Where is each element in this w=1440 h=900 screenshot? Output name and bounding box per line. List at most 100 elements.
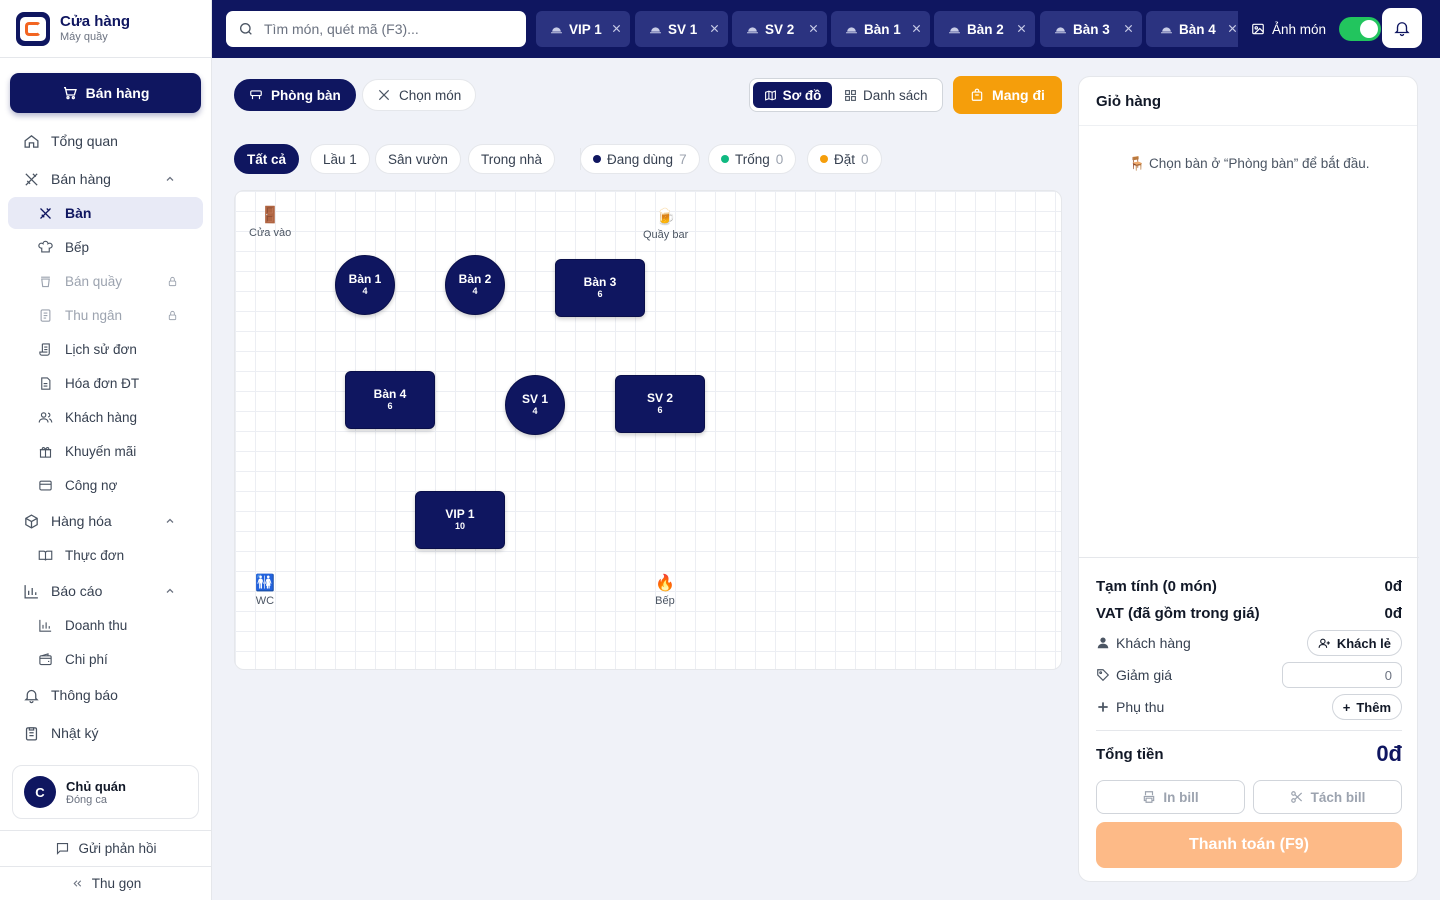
view-list-button[interactable]: Danh sách [844, 82, 928, 108]
gift-icon [37, 444, 53, 459]
user-card[interactable]: C Chủ quán Đóng ca [12, 765, 199, 819]
close-icon[interactable] [611, 23, 622, 34]
tab-choose-dishes[interactable]: Chọn món [362, 79, 477, 111]
collapse-button[interactable]: Thu gọn [0, 866, 212, 900]
tab-rooms-tables[interactable]: Phòng bàn [234, 79, 356, 111]
filter-all[interactable]: Tất cả [234, 144, 300, 174]
order-tab-ban4[interactable]: Bàn 4 [1146, 11, 1238, 47]
landmark-kitchen: 🔥 Bếp [655, 575, 675, 607]
pay-button[interactable]: Thanh toán (F9) [1096, 822, 1402, 868]
cart-empty-message: 🪑 Chọn bàn ở “Phòng bàn” để bắt đầu. [1079, 156, 1419, 172]
close-icon[interactable] [1016, 23, 1027, 34]
chevron-up-icon[interactable] [161, 515, 179, 527]
total-row: Tổng tiền 0đ [1096, 741, 1402, 767]
sidebar-item-sales[interactable]: Bán hàng [0, 166, 212, 192]
subtotal-label: Tạm tính (0 món) [1096, 577, 1217, 595]
user-icon [1096, 636, 1110, 650]
table-ban-1[interactable]: Bàn 1 4 [335, 255, 395, 315]
landmark-entrance: 🚪 Cửa vào [249, 207, 291, 239]
sidebar-item-customers[interactable]: Khách hàng [0, 406, 212, 428]
users-icon [37, 410, 53, 425]
table-ban-3[interactable]: Bàn 3 6 [555, 259, 645, 317]
filter-in-use[interactable]: Đang dùng 7 [580, 144, 700, 174]
tab-label: Phòng bàn [271, 87, 341, 103]
total-divider [1096, 730, 1402, 731]
filter-reserved[interactable]: Đặt 0 [807, 144, 882, 174]
wallet-icon [37, 652, 53, 667]
sidebar-item-kitchen[interactable]: Bếp [0, 236, 212, 258]
sidebar-item-e-invoice[interactable]: Hóa đơn ĐT [0, 372, 212, 394]
table-vip-1[interactable]: VIP 1 10 [415, 491, 505, 549]
filter-count: 0 [775, 151, 784, 167]
close-icon[interactable] [808, 23, 819, 34]
split-bill-button[interactable]: Tách bill [1253, 780, 1402, 814]
dish-icon [1160, 23, 1173, 36]
table-name: Bàn 1 [348, 272, 382, 286]
feedback-button[interactable]: Gửi phản hồi [0, 830, 212, 866]
chevrons-left-icon [71, 877, 84, 890]
table-name: Bàn 4 [373, 387, 407, 401]
order-tab-sv2[interactable]: SV 2 [732, 11, 827, 47]
sidebar-item-label: Hàng hóa [51, 513, 112, 529]
clipboard-icon [22, 725, 40, 742]
print-bill-button[interactable]: In bill [1096, 780, 1245, 814]
sidebar-item-notifications[interactable]: Thông báo [0, 682, 212, 708]
sidebar-item-promotions[interactable]: Khuyến mãi [0, 440, 212, 462]
search-input[interactable] [264, 21, 504, 37]
sidebar-item-revenue[interactable]: Doanh thu [0, 614, 212, 636]
filter-empty[interactable]: Trống 0 [708, 144, 797, 174]
order-tab-ban3[interactable]: Bàn 3 [1040, 11, 1142, 47]
table-ban-2[interactable]: Bàn 2 4 [445, 255, 505, 315]
customer-label: Khách hàng [1116, 635, 1191, 651]
sidebar-item-order-history[interactable]: Lịch sử đơn [0, 338, 212, 360]
discount-input[interactable] [1282, 662, 1402, 688]
order-tab-label: Bàn 1 [864, 21, 901, 37]
chevron-up-icon[interactable] [161, 173, 179, 185]
table-sv-2[interactable]: SV 2 6 [615, 375, 705, 433]
search-box[interactable] [226, 11, 526, 47]
sidebar-item-expenses[interactable]: Chi phí [0, 648, 212, 670]
order-tab-sv1[interactable]: SV 1 [635, 11, 728, 47]
table-sv-1[interactable]: SV 1 4 [505, 375, 565, 435]
landmark-label: WC [255, 595, 275, 607]
notification-button[interactable] [1382, 8, 1422, 48]
beer-icon: 🍺 [655, 209, 676, 226]
sidebar-item-tables[interactable]: Bàn [8, 197, 203, 229]
vat-label: VAT (đã gồm trong giá) [1096, 604, 1260, 622]
order-tab-vip1[interactable]: VIP 1 [536, 11, 630, 47]
add-surcharge-button[interactable]: + Thêm [1331, 694, 1402, 720]
book-icon [37, 548, 53, 563]
close-icon[interactable] [911, 23, 922, 34]
table-ban-4[interactable]: Bàn 4 6 [345, 371, 435, 429]
filter-indoor[interactable]: Trong nhà [468, 144, 556, 174]
close-icon[interactable] [1227, 23, 1238, 34]
pay-button-label: Thanh toán (F9) [1189, 836, 1309, 853]
sidebar-item-menu[interactable]: Thực đơn [0, 544, 212, 566]
sell-button[interactable]: Bán hàng [10, 73, 201, 113]
order-tab-ban1[interactable]: Bàn 1 [831, 11, 930, 47]
sidebar-item-log[interactable]: Nhật ký [0, 720, 212, 746]
chevron-up-icon[interactable] [161, 585, 179, 597]
user-name: Chủ quán [66, 778, 126, 794]
total-value: 0đ [1376, 741, 1402, 766]
dish-icon [550, 23, 563, 36]
chair-icon: 🪑 [1128, 156, 1146, 171]
sidebar-item-goods[interactable]: Hàng hóa [0, 508, 212, 534]
customer-select-button[interactable]: Khách lẻ [1306, 630, 1402, 656]
sidebar-item-reports[interactable]: Báo cáo [0, 578, 212, 604]
close-icon[interactable] [709, 23, 720, 34]
filter-garden[interactable]: Sân vườn [375, 144, 461, 174]
print-bill-label: In bill [1163, 789, 1199, 805]
table-name: SV 2 [646, 391, 673, 405]
dish-icon [845, 23, 858, 36]
photo-switch[interactable] [1339, 17, 1382, 41]
photo-toggle[interactable]: Ảnh món [1251, 11, 1382, 47]
bell-icon [1393, 19, 1411, 37]
sidebar-item-debts[interactable]: Công nợ [0, 474, 212, 496]
filter-floor1[interactable]: Lầu 1 [310, 144, 370, 174]
sidebar-item-overview[interactable]: Tổng quan [0, 128, 212, 154]
view-map-button[interactable]: Sơ đồ [753, 82, 832, 108]
takeaway-button[interactable]: Mang đi [953, 76, 1062, 114]
close-icon[interactable] [1123, 23, 1134, 34]
order-tab-ban2[interactable]: Bàn 2 [934, 11, 1035, 47]
